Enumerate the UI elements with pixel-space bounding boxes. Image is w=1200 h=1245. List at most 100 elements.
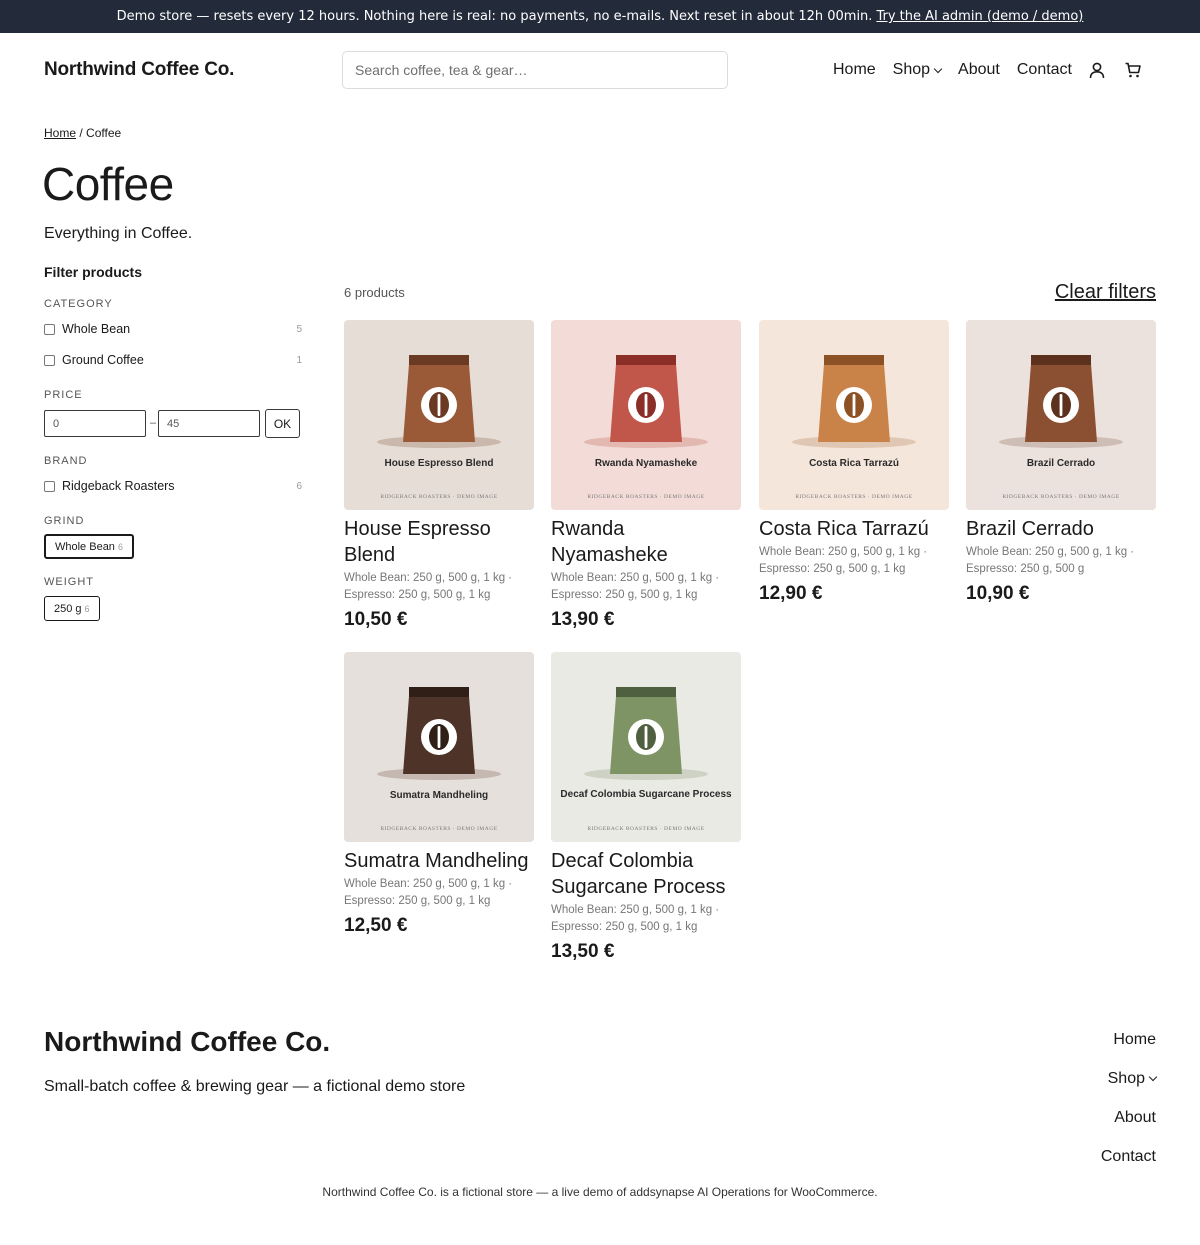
- product-card[interactable]: House Espresso Blend RIDGEBACK ROASTERS ·…: [344, 320, 534, 631]
- product-name[interactable]: Brazil Cerrado: [966, 516, 1156, 542]
- product-card[interactable]: Rwanda Nyamasheke RIDGEBACK ROASTERS · DE…: [551, 320, 741, 631]
- image-caption: Sumatra Mandheling: [389, 790, 489, 801]
- image-caption: Rwanda Nyamasheke: [594, 458, 698, 469]
- product-image[interactable]: Sumatra Mandheling RIDGEBACK ROASTERS · D…: [344, 652, 534, 842]
- image-caption: Costa Rica Tarrazú: [809, 458, 899, 469]
- checkbox[interactable]: [44, 323, 55, 335]
- footer-nav-home[interactable]: Home: [1101, 1030, 1156, 1049]
- product-attr-line: Whole Bean: 250 g, 500 g, 1 kg ·: [344, 878, 513, 890]
- product-name[interactable]: Sumatra Mandheling: [344, 848, 534, 874]
- product-card[interactable]: Decaf Colombia Sugarcane Process RIDGEBAC…: [551, 652, 741, 963]
- filter-panel: Filter products CATEGORY Whole Bean 5 Gr…: [44, 264, 302, 621]
- product-name[interactable]: Rwanda Nyamasheke: [551, 516, 741, 568]
- page-description: Everything in Coffee.: [44, 225, 193, 242]
- product-attr-line: Whole Bean: 250 g, 500 g, 1 kg ·: [551, 572, 720, 584]
- footer-logo[interactable]: Northwind Coffee Co.: [44, 1026, 330, 1058]
- chip-count: 6: [117, 541, 123, 552]
- product-attr-line: Whole Bean: 250 g, 500 g, 1 kg ·: [551, 904, 720, 916]
- product-price: 12,50 €: [344, 915, 408, 936]
- user-icon[interactable]: [1086, 59, 1108, 81]
- product-name[interactable]: Decaf Colombia Sugarcane Process: [551, 848, 741, 900]
- product-price: 10,90 €: [966, 583, 1030, 604]
- product-name[interactable]: House Espresso Blend: [344, 516, 534, 568]
- filter-option-label: Ground Coffee: [62, 353, 144, 367]
- product-price: 12,90 €: [759, 583, 823, 604]
- product-attr-line: Whole Bean: 250 g, 500 g, 1 kg ·: [344, 572, 513, 584]
- filter-price-label: PRICE: [44, 389, 83, 401]
- checkbox[interactable]: [44, 354, 55, 366]
- nav-shop[interactable]: Shop: [892, 61, 943, 79]
- footer-tagline: Small-batch coffee & brewing gear — a fi…: [44, 1078, 466, 1095]
- chip-label: 250 g: [54, 602, 82, 615]
- cart-icon[interactable]: [1122, 59, 1144, 81]
- filter-title: Filter products: [44, 264, 143, 280]
- product-image[interactable]: Costa Rica Tarrazú RIDGEBACK ROASTERS · D…: [759, 320, 949, 510]
- filter-option-label: Ridgeback Roasters: [62, 479, 175, 493]
- nav-shop-label: Shop: [892, 61, 931, 78]
- site-logo[interactable]: Northwind Coffee Co.: [44, 59, 234, 81]
- footer-nav-shop[interactable]: Shop: [1101, 1069, 1158, 1088]
- coffee-bag-icon: [377, 687, 501, 780]
- product-image[interactable]: Rwanda Nyamasheke RIDGEBACK ROASTERS · DE…: [551, 320, 741, 510]
- filter-brand-label: BRAND: [44, 455, 88, 467]
- product-image[interactable]: House Espresso Blend RIDGEBACK ROASTERS ·…: [344, 320, 534, 510]
- price-ok-button[interactable]: OK: [265, 409, 300, 438]
- filter-option-count: 5: [296, 323, 302, 335]
- product-card[interactable]: Costa Rica Tarrazú RIDGEBACK ROASTERS · D…: [759, 320, 949, 605]
- filter-category-whole-bean[interactable]: Whole Bean 5: [44, 320, 302, 338]
- product-attr-line: Espresso: 250 g, 500 g, 1 kg: [344, 589, 491, 601]
- breadcrumb-home[interactable]: Home: [44, 126, 76, 140]
- product-attr-line: Espresso: 250 g, 500 g, 1 kg: [551, 589, 698, 601]
- nav-home[interactable]: Home: [833, 61, 876, 79]
- image-footer: RIDGEBACK ROASTERS · DEMO IMAGE: [795, 494, 913, 500]
- chip-count: 6: [84, 603, 90, 614]
- grind-chip-whole-bean[interactable]: Whole Bean 6: [44, 534, 134, 559]
- search-input[interactable]: [342, 51, 728, 89]
- image-footer: RIDGEBACK ROASTERS · DEMO IMAGE: [1002, 494, 1120, 500]
- weight-chip-250g[interactable]: 250 g 6: [44, 596, 100, 621]
- price-max-input[interactable]: 45: [158, 410, 260, 437]
- product-attributes: Whole Bean: 250 g, 500 g, 1 kg · Espresso…: [551, 902, 741, 936]
- page-title: Coffee: [42, 158, 174, 210]
- checkbox[interactable]: [44, 480, 55, 492]
- price-dash: –: [150, 417, 157, 429]
- coffee-bag-icon: [999, 355, 1123, 448]
- footer-note: Northwind Coffee Co. is a fictional stor…: [322, 1185, 878, 1199]
- footer-nav-about[interactable]: About: [1101, 1108, 1156, 1127]
- product-name[interactable]: Costa Rica Tarrazú: [759, 516, 949, 542]
- product-count: 6 products: [344, 285, 405, 300]
- filter-option-count: 1: [296, 354, 302, 366]
- filter-category-ground-coffee[interactable]: Ground Coffee 1: [44, 351, 302, 369]
- filter-brand-ridgeback[interactable]: Ridgeback Roasters 6: [44, 477, 302, 495]
- clear-filters-link[interactable]: Clear filters: [1055, 281, 1156, 304]
- filter-grind-label: GRIND: [44, 515, 85, 527]
- filter-weight-label: WEIGHT: [44, 576, 94, 588]
- filter-option-count: 6: [296, 480, 302, 492]
- coffee-bag-icon: [377, 355, 501, 448]
- chevron-down-icon: [933, 64, 943, 73]
- coffee-bag-icon: [584, 687, 708, 780]
- footer-nav-contact[interactable]: Contact: [1101, 1147, 1156, 1166]
- breadcrumb-separator: /: [79, 126, 83, 140]
- product-attributes: Whole Bean: 250 g, 500 g, 1 kg · Espresso…: [344, 570, 534, 604]
- product-image[interactable]: Decaf Colombia Sugarcane Process RIDGEBAC…: [551, 652, 741, 842]
- product-card[interactable]: Sumatra Mandheling RIDGEBACK ROASTERS · D…: [344, 652, 534, 937]
- nav-about[interactable]: About: [958, 61, 1000, 79]
- image-footer: RIDGEBACK ROASTERS · DEMO IMAGE: [380, 494, 498, 500]
- product-attr-line: Whole Bean: 250 g, 500 g, 1 kg ·: [966, 546, 1135, 558]
- product-attributes: Whole Bean: 250 g, 500 g, 1 kg · Espresso…: [551, 570, 741, 604]
- coffee-bag-icon: [792, 355, 916, 448]
- banner-admin-link[interactable]: Try the AI admin (demo / demo): [876, 9, 1083, 24]
- nav-contact[interactable]: Contact: [1017, 61, 1072, 79]
- product-attributes: Whole Bean: 250 g, 500 g, 1 kg · Espresso…: [344, 876, 534, 910]
- price-min-input[interactable]: 0: [44, 410, 146, 437]
- product-card[interactable]: Brazil Cerrado RIDGEBACK ROASTERS · DEMO …: [966, 320, 1156, 605]
- product-image[interactable]: Brazil Cerrado RIDGEBACK ROASTERS · DEMO …: [966, 320, 1156, 510]
- main-nav: Home Shop About Contact: [833, 59, 1144, 81]
- banner-text: Demo store — resets every 12 hours. Noth…: [116, 9, 873, 24]
- coffee-bag-icon: [584, 355, 708, 448]
- image-caption: House Espresso Blend: [384, 458, 494, 469]
- product-attr-line: Espresso: 250 g, 500 g, 1 kg: [551, 921, 698, 933]
- product-attr-line: Whole Bean: 250 g, 500 g, 1 kg ·: [759, 546, 928, 558]
- image-footer: RIDGEBACK ROASTERS · DEMO IMAGE: [587, 494, 705, 500]
